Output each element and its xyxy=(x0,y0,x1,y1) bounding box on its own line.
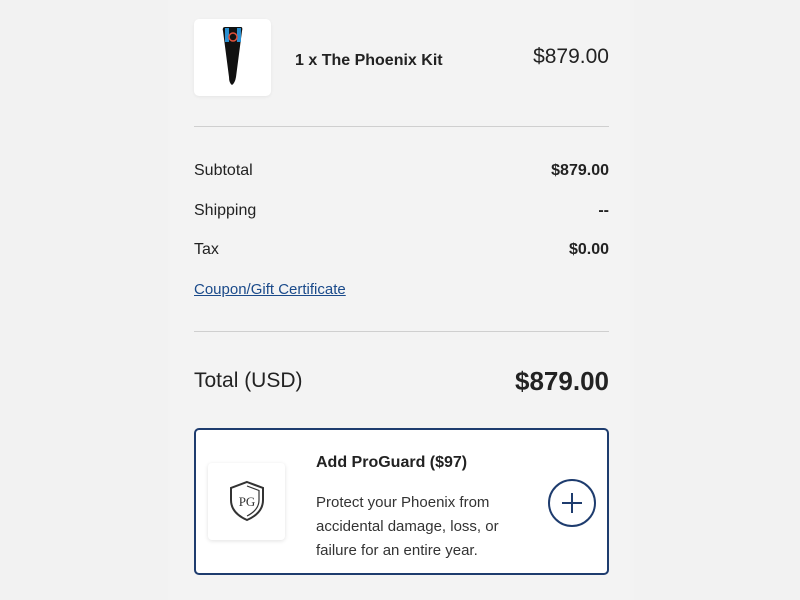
coupon-gift-certificate-link[interactable]: Coupon/Gift Certificate xyxy=(194,281,346,298)
shipping-value: -- xyxy=(598,202,609,219)
svg-text:PG: PG xyxy=(239,494,256,509)
subtotal-value: $879.00 xyxy=(551,162,609,179)
tax-value: $0.00 xyxy=(568,241,609,258)
shipping-row: Shipping -- xyxy=(194,202,609,226)
total-row: Total (USD) $879.00 xyxy=(194,366,609,398)
divider xyxy=(194,331,609,332)
proguard-title: Add ProGuard ($97) xyxy=(316,454,468,471)
add-proguard-card[interactable]: PG Add ProGuard ($97) Protect your Phoen… xyxy=(194,428,609,575)
cart-item: 1 x The Phoenix Kit $879.00 xyxy=(194,19,609,97)
tax-row: Tax $0.00 xyxy=(194,241,609,265)
product-thumbnail xyxy=(194,19,271,96)
product-name: 1 x The Phoenix Kit xyxy=(295,52,443,69)
tax-label: Tax xyxy=(194,241,219,258)
plus-icon xyxy=(562,493,582,513)
product-price: $879.00 xyxy=(533,45,609,68)
proguard-description: Protect your Phoenix from accidental dam… xyxy=(316,494,499,559)
proguard-logo: PG xyxy=(208,463,285,540)
subtotal-row: Subtotal $879.00 xyxy=(194,162,609,186)
total-label: Total (USD) xyxy=(194,369,303,392)
add-proguard-button[interactable] xyxy=(548,479,596,527)
subtotal-label: Subtotal xyxy=(194,162,253,179)
shipping-label: Shipping xyxy=(194,202,257,219)
divider xyxy=(194,126,609,127)
phoenix-device-icon xyxy=(222,27,243,85)
total-value: $879.00 xyxy=(515,366,609,396)
proguard-shield-icon: PG xyxy=(230,480,264,522)
